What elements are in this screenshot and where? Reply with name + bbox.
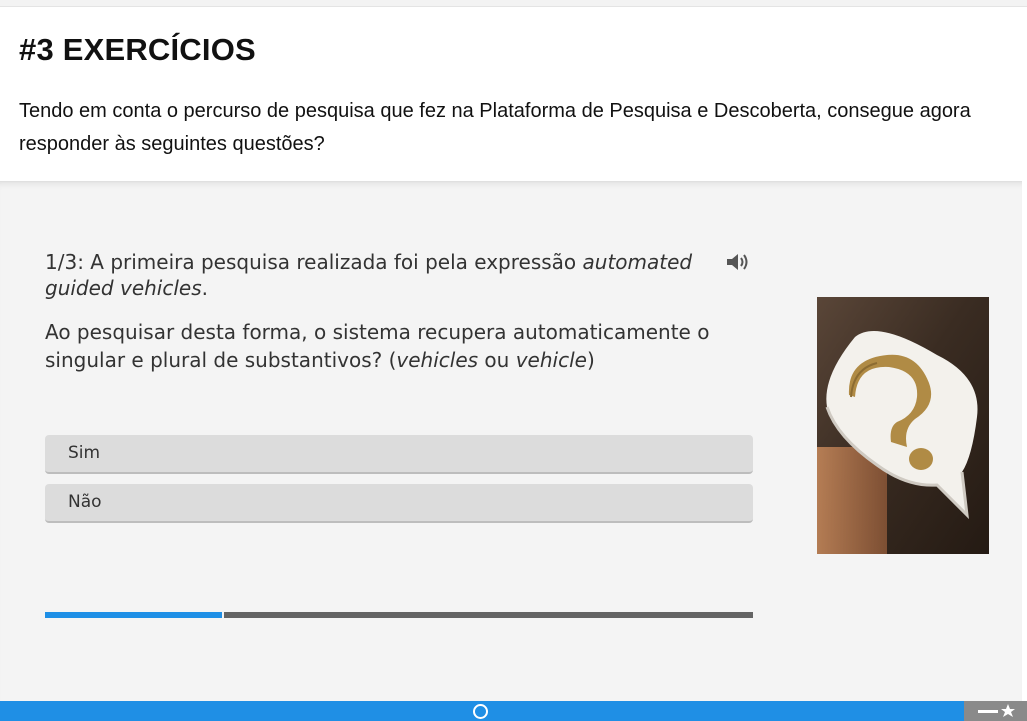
progress-bar [45, 612, 753, 618]
top-divider [0, 0, 1027, 7]
scrollbar[interactable] [1022, 181, 1027, 701]
answer-option-label: Não [68, 492, 102, 512]
question-title: 1/3: A primeira pesquisa realizada foi p… [45, 249, 705, 301]
answer-option-sim[interactable]: Sim [45, 435, 753, 474]
bottom-nav-bar [0, 701, 964, 721]
answer-option-nao[interactable]: Não [45, 484, 753, 523]
answer-option-label: Sim [68, 443, 101, 463]
plural-term: vehicles [396, 348, 479, 372]
question-body-text: Ao pesquisar desta forma, o sistema recu… [45, 320, 710, 372]
circle-nav-icon[interactable] [473, 704, 488, 719]
progress-fill [45, 612, 224, 618]
singular-term: vehicle [515, 348, 587, 372]
question-lead: A primeira pesquisa realizada foi pela e… [90, 250, 577, 274]
question-counter: 1/3: [45, 250, 84, 274]
quiz-panel: 1/3: A primeira pesquisa realizada foi p… [0, 181, 1022, 702]
star-menu-icon[interactable] [964, 701, 1027, 721]
body-close: ) [586, 348, 595, 372]
question-mark-speech-bubble-icon [817, 297, 989, 554]
speaker-icon[interactable] [724, 250, 752, 274]
connector-text: ou [478, 348, 516, 372]
quiz-page: #3 EXERCÍCIOS Tendo em conta o percurso … [0, 0, 1027, 721]
lesson-header: #3 EXERCÍCIOS Tendo em conta o percurso … [0, 7, 1027, 181]
intro-text: Tendo em conta o percurso de pesquisa qu… [19, 100, 971, 155]
page-title: #3 EXERCÍCIOS [19, 32, 256, 67]
question-body: Ao pesquisar desta forma, o sistema recu… [45, 318, 735, 374]
question-term-end: . [201, 276, 208, 300]
